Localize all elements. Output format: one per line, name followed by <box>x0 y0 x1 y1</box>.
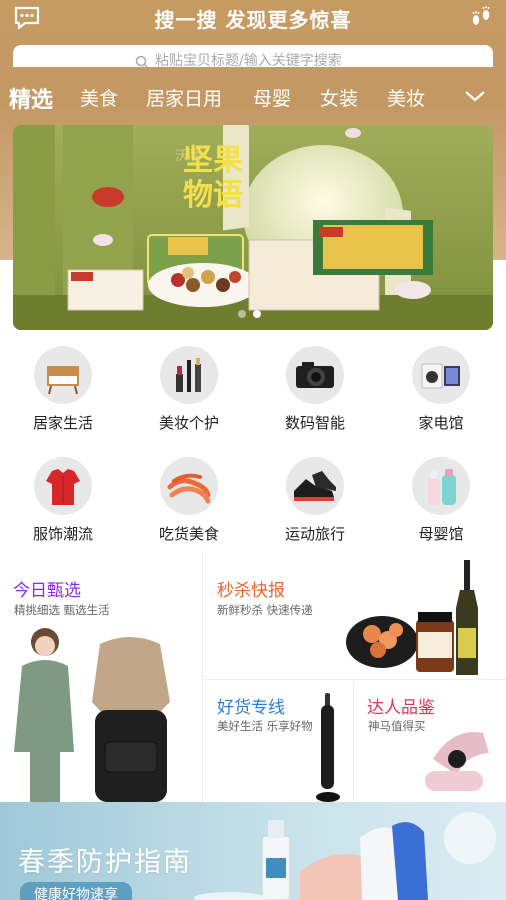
promo-grid: 今日甄选 精挑细选 甄选生活 秒杀快报 新鲜秒杀 快速传递 好货专线 美好生活 … <box>0 550 506 802</box>
promo-today-pick[interactable]: 今日甄选 精挑细选 甄选生活 <box>0 550 203 802</box>
page-title: 搜一搜 发现更多惊喜 <box>154 8 352 32</box>
carousel-dot[interactable] <box>238 310 246 318</box>
promo-title: 好货专线 <box>217 698 285 718</box>
chevron-down-icon[interactable] <box>464 88 486 104</box>
carousel-dot-active[interactable] <box>253 310 261 318</box>
banner-artwork: 沃隆 坚果 物语 <box>13 125 493 330</box>
tab-featured[interactable]: 精选 <box>9 82 53 114</box>
tab-home[interactable]: 居家日用 <box>146 84 222 111</box>
banner-headline: 坚果 物语 <box>183 143 253 213</box>
category-label: 家电馆 <box>418 414 464 432</box>
spring-headline: 春季防护指南 <box>18 847 192 878</box>
camera-icon <box>286 346 344 404</box>
tab-food[interactable]: 美食 <box>80 84 118 111</box>
tab-beauty[interactable]: 美妆 <box>387 84 425 111</box>
promo-subtitle: 美好生活 乐享好物 <box>217 719 313 733</box>
category-home-living[interactable]: 居家生活 <box>8 338 118 438</box>
lipstick-icon <box>160 346 218 404</box>
category-tabs: 精选 美食 居家日用 母婴 女装 美妆 <box>0 74 506 120</box>
top-bar: 搜一搜 发现更多惊喜 <box>0 0 506 38</box>
category-label: 居家生活 <box>32 414 93 432</box>
promo-title: 达人品鉴 <box>367 698 435 718</box>
spring-tag[interactable]: 健康好物速享 <box>20 882 132 900</box>
spring-protection-banner[interactable]: 春季防护指南 健康好物速享 <box>0 802 506 900</box>
promo-good-goods[interactable]: 好货专线 美好生活 乐享好物 <box>204 681 354 802</box>
mite-remover-image <box>425 732 489 791</box>
category-grid: 居家生活 美妆个护 数码智能 家电馆 服饰潮流 吃货美食 运动旅行 母婴馆 <box>0 338 506 550</box>
tab-baby[interactable]: 母婴 <box>253 84 291 111</box>
category-sports-travel[interactable]: 运动旅行 <box>260 449 370 549</box>
promo-banner[interactable]: 沃隆 坚果 物语 <box>13 125 493 330</box>
category-label: 吃货美食 <box>158 525 219 543</box>
shirt-icon <box>34 457 92 515</box>
category-appliances[interactable]: 家电馆 <box>386 338 496 438</box>
nightstand-icon <box>34 346 92 404</box>
promo-title: 今日甄选 <box>13 581 81 601</box>
category-beauty-care[interactable]: 美妆个护 <box>134 338 244 438</box>
search-input[interactable] <box>43 53 463 67</box>
baby-bottle-icon <box>412 457 470 515</box>
category-digital[interactable]: 数码智能 <box>260 338 370 438</box>
promo-flash-sale[interactable]: 秒杀快报 新鲜秒杀 快速传递 <box>204 550 506 680</box>
category-label: 母婴馆 <box>418 525 464 543</box>
tab-women[interactable]: 女装 <box>320 84 358 111</box>
category-label: 数码智能 <box>284 414 345 432</box>
carousel-dots <box>238 310 261 318</box>
category-fashion[interactable]: 服饰潮流 <box>8 449 118 549</box>
promo-title: 秒杀快报 <box>217 581 285 601</box>
search-bar[interactable] <box>13 45 493 67</box>
category-mother-baby[interactable]: 母婴馆 <box>386 449 496 549</box>
category-label: 服饰潮流 <box>32 525 93 543</box>
sneakers-icon <box>286 457 344 515</box>
seafood-and-wine-image <box>346 560 478 675</box>
category-label: 美妆个护 <box>158 414 219 432</box>
category-foodie[interactable]: 吃货美食 <box>134 449 244 549</box>
promo-subtitle: 新鲜秒杀 快速传递 <box>217 603 313 617</box>
footprint-icon[interactable] <box>468 5 494 31</box>
promo-subtitle: 精挑细选 甄选生活 <box>14 603 110 617</box>
shrimp-icon <box>160 457 218 515</box>
appliances-icon <box>412 346 470 404</box>
pajamas-and-backpack-image <box>14 628 170 802</box>
category-label: 运动旅行 <box>284 525 345 543</box>
electric-toothbrush-image <box>316 693 340 802</box>
promo-expert-review[interactable]: 达人品鉴 神马值得买 <box>355 681 506 802</box>
